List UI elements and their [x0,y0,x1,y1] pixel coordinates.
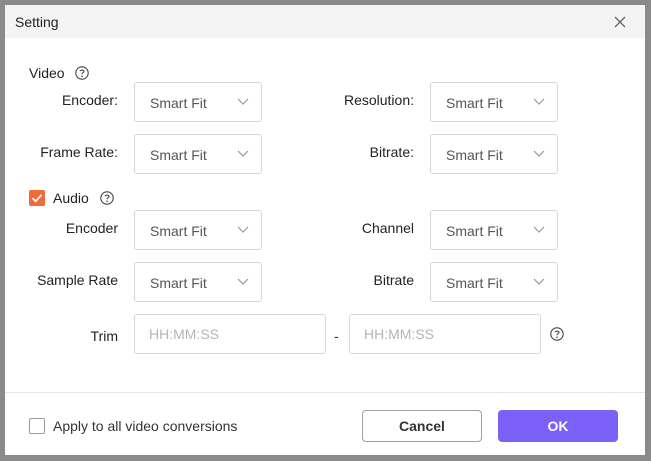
close-icon[interactable] [612,14,628,30]
channel-value: Smart Fit [446,223,503,239]
video-encoder-value: Smart Fit [150,95,207,111]
frame-rate-label: Frame Rate: [40,144,118,160]
chevron-down-icon [533,98,545,106]
audio-bitrate-value: Smart Fit [446,275,503,291]
audio-bitrate-label: Bitrate [373,272,414,288]
video-encoder-select[interactable]: Smart Fit [134,82,262,122]
apply-all-label: Apply to all video conversions [53,418,238,434]
channel-select[interactable]: Smart Fit [430,210,558,250]
sample-rate-select[interactable]: Smart Fit [134,262,262,302]
setting-dialog: Setting Video Encoder: Smart Fit Resolut… [5,5,645,455]
resolution-label: Resolution: [343,92,414,108]
video-help-icon[interactable] [75,66,89,80]
chevron-down-icon [533,150,545,158]
dialog-title: Setting [15,14,59,30]
ok-button[interactable]: OK [498,410,618,442]
resolution-select[interactable]: Smart Fit [430,82,558,122]
frame-rate-select[interactable]: Smart Fit [134,134,262,174]
chevron-down-icon [237,226,249,234]
video-bitrate-label: Bitrate: [369,144,414,160]
trim-help-icon[interactable] [550,327,564,341]
video-bitrate-value: Smart Fit [446,147,503,163]
cancel-button[interactable]: Cancel [362,410,482,442]
apply-all-checkbox[interactable] [29,418,45,434]
footer-divider [5,392,645,393]
frame-rate-value: Smart Fit [150,147,207,163]
video-bitrate-select[interactable]: Smart Fit [430,134,558,174]
sample-rate-value: Smart Fit [150,275,207,291]
resolution-value: Smart Fit [446,95,503,111]
video-encoder-label: Encoder: [61,92,118,108]
chevron-down-icon [533,226,545,234]
trim-end-input[interactable] [349,314,541,354]
chevron-down-icon [237,150,249,158]
trim-label: Trim [90,328,118,344]
trim-separator: - [334,328,339,344]
sample-rate-label: Sample Rate [37,272,118,288]
video-section-label: Video [29,65,65,81]
audio-help-icon[interactable] [100,191,114,205]
audio-bitrate-select[interactable]: Smart Fit [430,262,558,302]
dialog-titlebar: Setting [5,5,645,38]
audio-encoder-value: Smart Fit [150,223,207,239]
chevron-down-icon [533,278,545,286]
chevron-down-icon [237,278,249,286]
audio-section-label: Audio [53,190,89,206]
audio-encoder-label: Encoder [65,220,118,236]
chevron-down-icon [237,98,249,106]
channel-label: Channel [361,220,414,236]
trim-start-input[interactable] [134,314,326,354]
audio-encoder-select[interactable]: Smart Fit [134,210,262,250]
window-backdrop: Setting Video Encoder: Smart Fit Resolut… [0,0,651,461]
audio-checkbox[interactable] [29,190,45,206]
